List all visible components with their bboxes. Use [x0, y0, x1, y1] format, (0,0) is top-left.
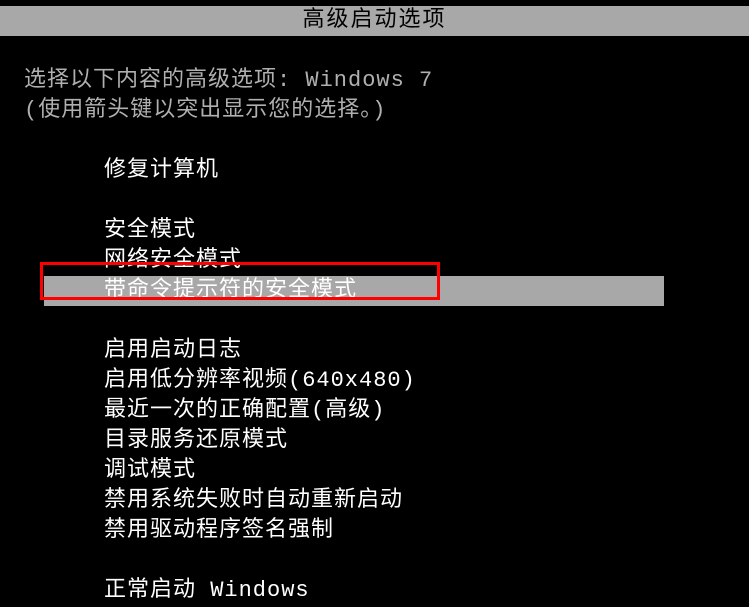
- spacer: [104, 546, 749, 576]
- boot-menu[interactable]: 修复计算机 安全模式 网络安全模式 带命令提示符的安全模式 启用启动日志 启用低…: [104, 156, 749, 606]
- menu-debugging-mode[interactable]: 调试模式: [104, 456, 749, 486]
- menu-disable-auto-restart[interactable]: 禁用系统失败时自动重新启动: [104, 486, 749, 516]
- menu-safe-mode-networking[interactable]: 网络安全模式: [104, 246, 749, 276]
- spacer: [104, 186, 749, 216]
- spacer: [104, 306, 749, 336]
- instruction-line-1: 选择以下内容的高级选项: Windows 7: [24, 66, 749, 96]
- start-normally-os: Windows: [210, 578, 309, 603]
- menu-safe-mode-command-prompt[interactable]: 带命令提示符的安全模式: [44, 276, 664, 306]
- start-normally-prefix: 正常启动: [104, 578, 210, 603]
- menu-last-known-good[interactable]: 最近一次的正确配置(高级): [104, 396, 749, 426]
- menu-safe-mode[interactable]: 安全模式: [104, 216, 749, 246]
- content-area: 选择以下内容的高级选项: Windows 7 (使用箭头键以突出显示您的选择。)…: [0, 36, 749, 606]
- menu-enable-boot-logging[interactable]: 启用启动日志: [104, 336, 749, 366]
- instruction-prefix: 选择以下内容的高级选项:: [24, 68, 305, 93]
- menu-directory-services-restore[interactable]: 目录服务还原模式: [104, 426, 749, 456]
- title-bar: 高级启动选项: [0, 6, 749, 36]
- os-name: Windows 7: [305, 68, 433, 93]
- menu-start-windows-normally[interactable]: 正常启动 Windows: [104, 576, 749, 606]
- menu-disable-driver-signature[interactable]: 禁用驱动程序签名强制: [104, 516, 749, 546]
- instruction-line-2: (使用箭头键以突出显示您的选择。): [24, 96, 749, 126]
- menu-enable-low-res[interactable]: 启用低分辨率视频(640x480): [104, 366, 749, 396]
- title-text: 高级启动选项: [302, 8, 446, 33]
- menu-repair-computer[interactable]: 修复计算机: [104, 156, 749, 186]
